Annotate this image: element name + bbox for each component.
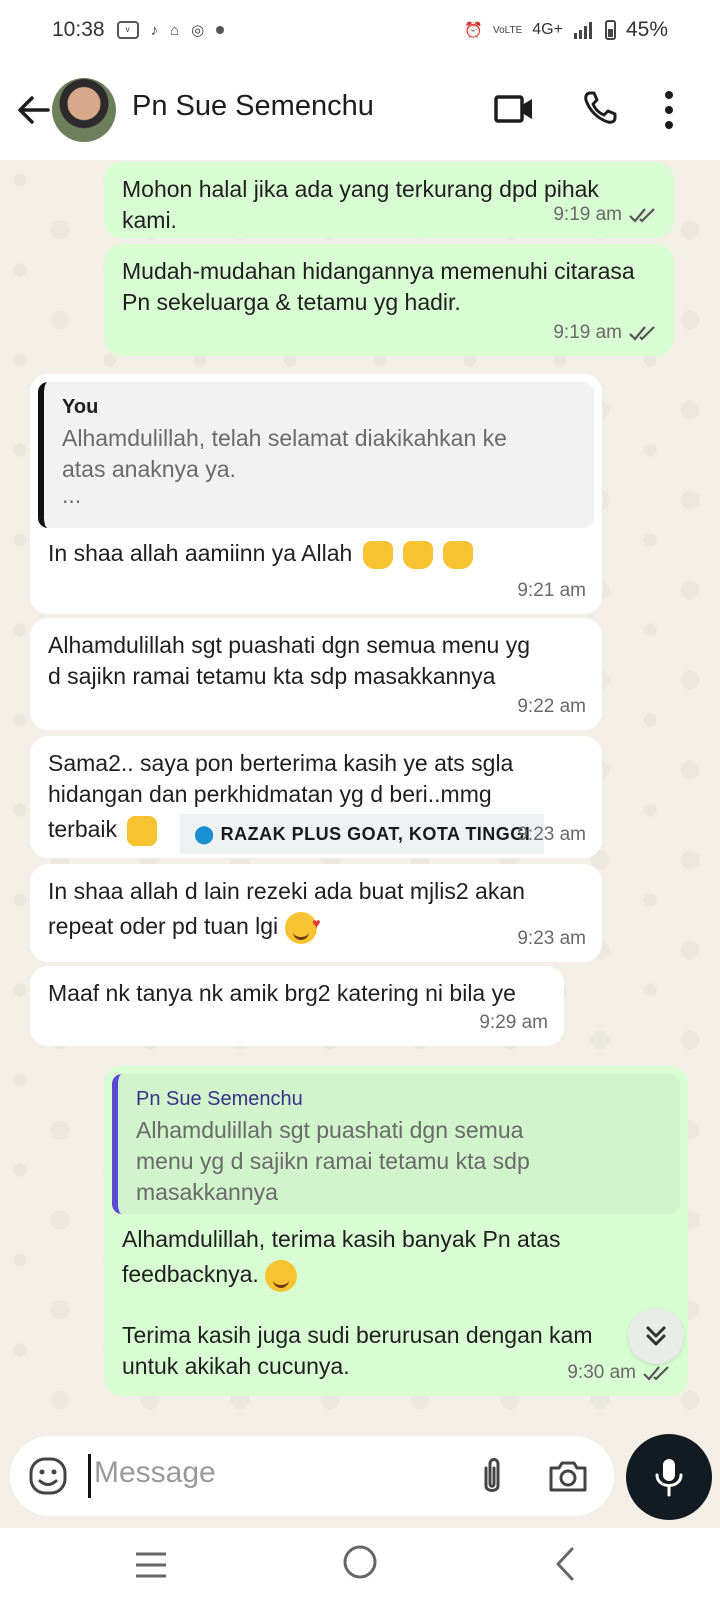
message-bubble-outgoing[interactable]: Mudah-mudahan hidangannya memenuhi citar… (104, 244, 674, 356)
message-meta: 9:23 am (517, 923, 586, 954)
vivo-icon: v (116, 21, 139, 39)
message-text-word: terbaik (48, 816, 118, 842)
location-text: RAZAK PLUS GOAT, KOTA TINGGI (220, 824, 531, 844)
message-text-line: d sajikn ramai tetamu kta sdp masakkanny… (48, 663, 496, 689)
raising-hands-emoji-icon (443, 540, 474, 569)
message-text: Maaf nk tanya nk amik brg2 katering ni b… (48, 980, 516, 1006)
message-text-line: Alhamdulillah, terima kasih banyak Pn at… (122, 1226, 561, 1252)
message-text-line: Alhamdulillah sgt puashati dgn semua men… (48, 632, 531, 658)
location-tag: ⬤ RAZAK PLUS GOAT, KOTA TINGGI (180, 814, 545, 854)
signal-icon (573, 22, 592, 39)
video-call-icon[interactable] (494, 92, 534, 126)
quoted-message[interactable]: Pn Sue Semenchu Alhamdulillah sgt puasha… (112, 1074, 680, 1214)
quote-author: You (62, 396, 99, 418)
message-bubble-incoming[interactable]: You Alhamdulillah, telah selamat diakika… (30, 374, 602, 614)
quote-author: Pn Sue Semenchu (136, 1088, 303, 1110)
message-bubble-outgoing[interactable]: Pn Sue Semenchu Alhamdulillah sgt puasha… (104, 1066, 688, 1396)
tiktok-icon: ♪ (150, 21, 159, 39)
message-time: 9:22 am (517, 696, 586, 717)
quote-text-line: Alhamdulillah, telah selamat diakikahkan… (62, 425, 507, 451)
network-type: 4G+ (532, 21, 563, 38)
message-meta: 9:19 am (553, 199, 658, 230)
text-cursor (88, 1454, 91, 1498)
smiling-face-with-hearts-emoji-icon: ♥ (284, 911, 321, 944)
message-text-line: Terima kasih juga sudi berurusan dengan … (122, 1321, 593, 1348)
message-text: In shaa allah aamiinn ya Allah (48, 540, 353, 566)
message-text-line: hidangan dan perkhidmatan yg d beri..mmg (48, 781, 492, 807)
raising-hands-emoji-icon (362, 540, 393, 569)
message-text-word: feedbacknya. (122, 1261, 259, 1287)
message-text-line: In shaa allah d lain rezeki ada buat mjl… (48, 878, 525, 904)
quote-text-line: ... (62, 482, 82, 508)
message-meta: 9:23 am (517, 819, 586, 850)
message-meta: 9:19 am (553, 317, 658, 348)
camera-icon[interactable] (548, 1458, 588, 1494)
double-check-icon (643, 1365, 669, 1381)
nav-home-icon[interactable] (342, 1544, 378, 1580)
quote-text-line: Alhamdulillah sgt puashati dgn semua (136, 1117, 524, 1143)
phone-icon[interactable] (582, 90, 618, 126)
status-right: ⏰ VoLTE 4G+ 45% (464, 18, 668, 42)
battery-icon (604, 20, 616, 40)
message-meta: 9:22 am (517, 691, 586, 722)
emoji-icon[interactable] (28, 1456, 68, 1496)
mic-icon (655, 1459, 683, 1497)
raising-hands-emoji-icon (403, 540, 434, 569)
back-arrow-icon[interactable] (14, 90, 54, 130)
mic-button[interactable] (626, 1434, 712, 1520)
smiling-face-emoji-icon (265, 1259, 298, 1292)
thumbs-up-emoji-icon (127, 815, 158, 846)
volte-icon: VoLTE (493, 24, 523, 36)
chat-header: Pn Sue Semenchu (0, 60, 720, 160)
message-bubble-incoming[interactable]: Maaf nk tanya nk amik brg2 katering ni b… (30, 966, 564, 1046)
quote-text-line: atas anaknya ya. (62, 456, 236, 482)
scroll-down-icon (646, 1326, 666, 1346)
location-pin-icon: ⬤ (194, 824, 215, 844)
status-time: 10:38 (52, 18, 105, 41)
message-time: 9:21 am (517, 580, 586, 601)
quote-text-line: menu yg d sajikn ramai tetamu kta sdp (136, 1148, 530, 1174)
quoted-message[interactable]: You Alhamdulillah, telah selamat diakika… (38, 382, 594, 528)
battery-level: 45% (625, 18, 668, 41)
message-bubble-incoming[interactable]: In shaa allah d lain rezeki ada buat mjl… (30, 864, 602, 962)
status-left: 10:38 v ♪ ⌂ ◎ (52, 18, 225, 42)
system-nav-bar (0, 1528, 720, 1603)
message-text-line: Sama2.. saya pon berterima kasih ye ats … (48, 750, 514, 776)
more-vertical-icon[interactable] (664, 90, 674, 130)
mosque-icon: ⌂ (170, 21, 180, 39)
status-bar: 10:38 v ♪ ⌂ ◎ ⏰ VoLTE 4G+ 45% (0, 0, 720, 60)
message-text: Mudah-mudahan hidangannya memenuhi citar… (122, 258, 635, 315)
double-check-icon (629, 325, 655, 341)
message-bubble-incoming[interactable]: Alhamdulillah sgt puashati dgn semua men… (30, 618, 602, 730)
nav-back-icon[interactable] (554, 1546, 576, 1582)
message-text-word: repeat oder pd tuan lgi (48, 913, 279, 939)
attach-icon[interactable] (476, 1456, 508, 1496)
message-meta: 9:29 am (479, 1007, 548, 1038)
nav-recents-icon[interactable] (134, 1550, 168, 1580)
message-time: 9:19 am (553, 322, 622, 343)
message-text-line: feedbacknya. (122, 1259, 680, 1292)
double-check-icon (629, 207, 655, 223)
message-time: 9:30 am (567, 1362, 636, 1383)
message-input[interactable]: Message (94, 1456, 216, 1490)
instagram-icon: ◎ (191, 22, 205, 39)
message-text-line: repeat oder pd tuan lgi ♥ (48, 911, 584, 944)
message-body: In shaa allah aamiinn ya Allah (38, 538, 594, 569)
alarm-icon: ⏰ (464, 22, 483, 39)
quote-text-line: masakkannya (136, 1179, 278, 1205)
message-bubble-incoming[interactable]: Sama2.. saya pon berterima kasih ye ats … (30, 736, 602, 858)
message-time: 9:23 am (517, 928, 586, 949)
message-time: 9:19 am (553, 204, 622, 225)
message-time: 9:23 am (517, 824, 586, 845)
avatar[interactable] (52, 78, 116, 142)
chat-area[interactable]: Mohon halal jika ada yang terkurang dpd … (0, 160, 720, 1433)
scroll-down-button[interactable] (628, 1308, 684, 1364)
message-time: 9:29 am (479, 1012, 548, 1033)
message-input-bar[interactable]: Message (10, 1436, 614, 1516)
contact-name[interactable]: Pn Sue Semenchu (132, 90, 374, 123)
message-bubble-outgoing[interactable]: Mohon halal jika ada yang terkurang dpd … (104, 162, 674, 238)
notification-dot-icon (216, 26, 225, 34)
message-meta: 9:21 am (517, 575, 586, 606)
